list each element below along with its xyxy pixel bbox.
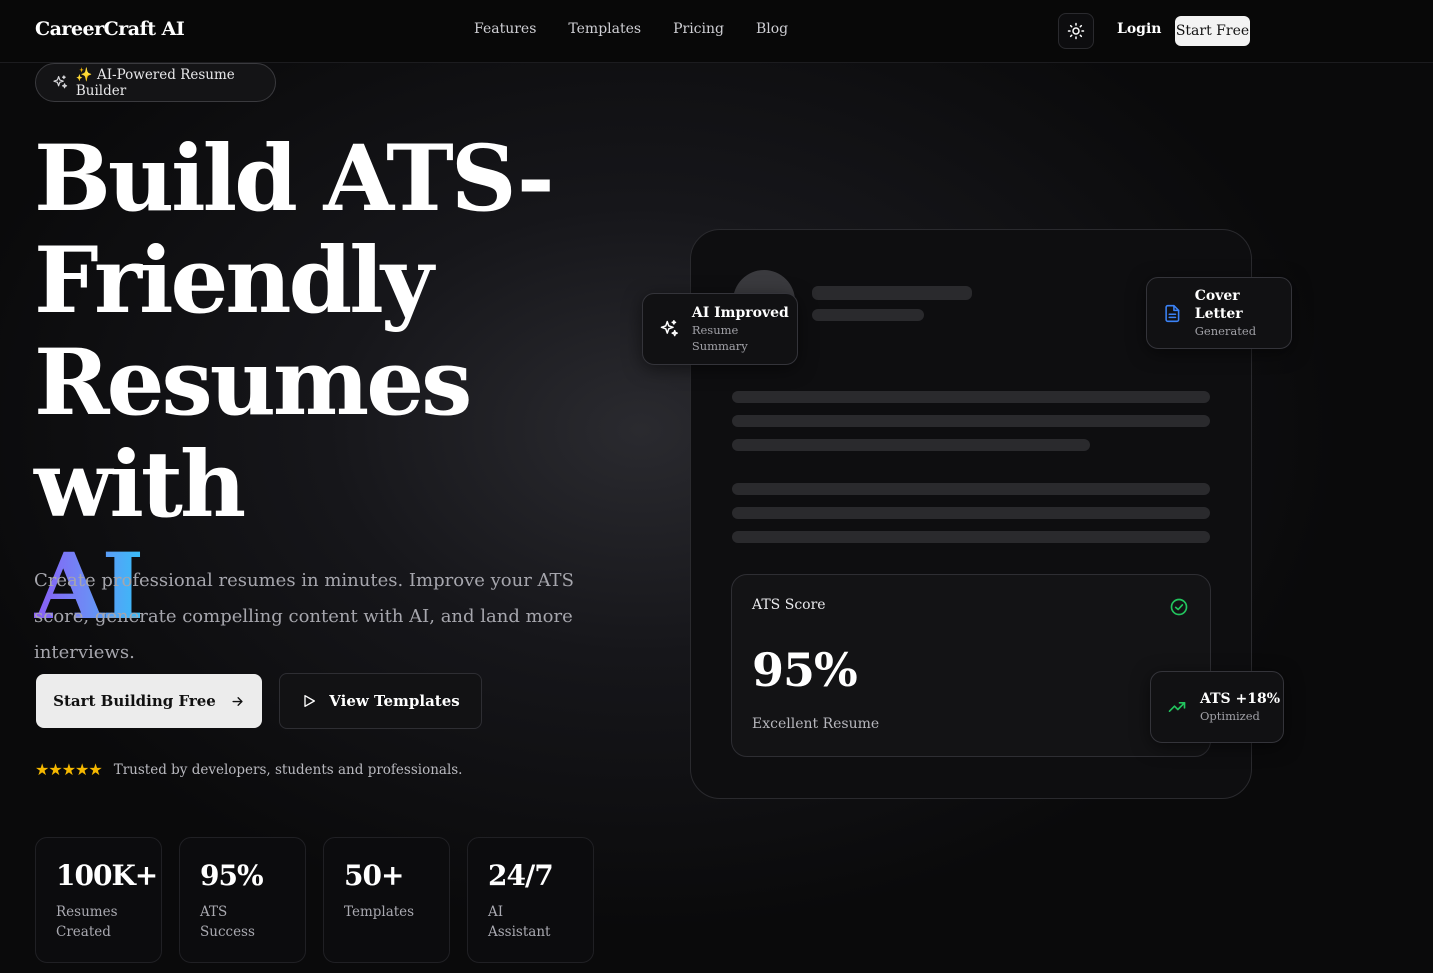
- headline-line-2: Friendly: [34, 228, 434, 334]
- nav-link-blog[interactable]: Blog: [756, 21, 788, 37]
- headline-line-1: Build ATS-: [34, 126, 555, 232]
- trust-row: ★★★★★ Trusted by developers, students an…: [35, 760, 462, 779]
- stat-card-ats-success: 95% ATS Success: [179, 837, 306, 963]
- nav-link-templates[interactable]: Templates: [568, 21, 641, 37]
- skeleton-bar: [732, 415, 1210, 427]
- skeleton-bar: [732, 507, 1210, 519]
- ai-improved-title: AI Improved: [691, 305, 789, 321]
- start-free-button[interactable]: Start Free: [1175, 16, 1250, 46]
- hero-subtitle: Create professional resumes in minutes. …: [34, 570, 574, 663]
- check-circle-icon: [1170, 598, 1188, 616]
- ats-score-card: ATS Score 95% Excellent Resume: [731, 574, 1211, 757]
- stat-card-resumes: 100K+ Resumes Created: [35, 837, 162, 963]
- sun-icon: [1067, 22, 1085, 40]
- skeleton-bar: [732, 531, 1210, 543]
- cover-letter-card: Cover Letter Generated: [1146, 277, 1292, 349]
- stat-label: ATS Success: [200, 904, 255, 940]
- stat-label: AI Assistant: [488, 904, 551, 940]
- headline-line-3: Resumes with: [34, 330, 472, 538]
- nav-link-features[interactable]: Features: [474, 21, 536, 37]
- arrow-right-icon: [232, 696, 243, 706]
- badge-label: ✨ AI-Powered Resume Builder: [75, 66, 235, 99]
- ats-score-subtitle: Excellent Resume: [752, 716, 880, 732]
- stat-value: 24/7: [488, 859, 554, 892]
- view-templates-button[interactable]: View Templates: [279, 673, 482, 729]
- play-icon: [304, 695, 316, 707]
- brand-logo[interactable]: CareerCraft AI: [35, 18, 185, 40]
- start-building-label: Start Building Free: [53, 692, 216, 710]
- skeleton-bar: [732, 439, 1090, 451]
- skeleton-bar: [732, 483, 1210, 495]
- document-icon: [1165, 304, 1180, 322]
- ai-improved-subtitle: Resume Summary: [691, 323, 748, 353]
- ats-boost-subtitle: Optimized: [1200, 709, 1260, 723]
- stat-value: 95%: [200, 859, 264, 892]
- ats-score-title: ATS Score: [752, 597, 826, 613]
- trending-up-icon: [1168, 702, 1186, 712]
- hero-headline: Build ATS- Friendly Resumes with AI: [34, 128, 654, 638]
- stat-value: 50+: [344, 859, 404, 892]
- skeleton-bar: [812, 309, 924, 321]
- ats-boost-title: ATS +18%: [1200, 691, 1281, 707]
- cover-letter-subtitle: Generated: [1194, 324, 1257, 338]
- rating-stars-icon: ★★★★★: [35, 760, 103, 779]
- cover-letter-title: Cover Letter: [1194, 288, 1243, 322]
- stat-label: Resumes Created: [56, 904, 118, 940]
- stat-label: Templates: [344, 904, 415, 920]
- ats-boost-card: ATS +18% Optimized: [1150, 671, 1284, 743]
- theme-toggle-button[interactable]: [1058, 13, 1094, 49]
- start-building-free-button[interactable]: Start Building Free: [36, 674, 262, 728]
- ai-badge: ✨ AI-Powered Resume Builder: [35, 63, 276, 102]
- sparkles-icon: [53, 75, 68, 89]
- stat-card-ai-assistant: 24/7 AI Assistant: [467, 837, 594, 963]
- trust-text: Trusted by developers, students and prof…: [113, 761, 463, 778]
- stat-value: 100K+: [56, 859, 158, 892]
- ai-improved-card: AI Improved Resume Summary: [642, 293, 798, 365]
- login-link[interactable]: Login: [1117, 21, 1161, 37]
- top-nav: CareerCraft AI Features Templates Pricin…: [0, 0, 1433, 63]
- nav-link-pricing[interactable]: Pricing: [673, 21, 724, 37]
- ats-score-value: 95%: [752, 643, 858, 697]
- sparkles-icon: [660, 319, 678, 337]
- nav-links: Features Templates Pricing Blog: [474, 21, 788, 37]
- stat-card-templates: 50+ Templates: [323, 837, 450, 963]
- view-templates-label: View Templates: [329, 692, 460, 710]
- skeleton-bar: [732, 391, 1210, 403]
- skeleton-bar: [812, 286, 972, 300]
